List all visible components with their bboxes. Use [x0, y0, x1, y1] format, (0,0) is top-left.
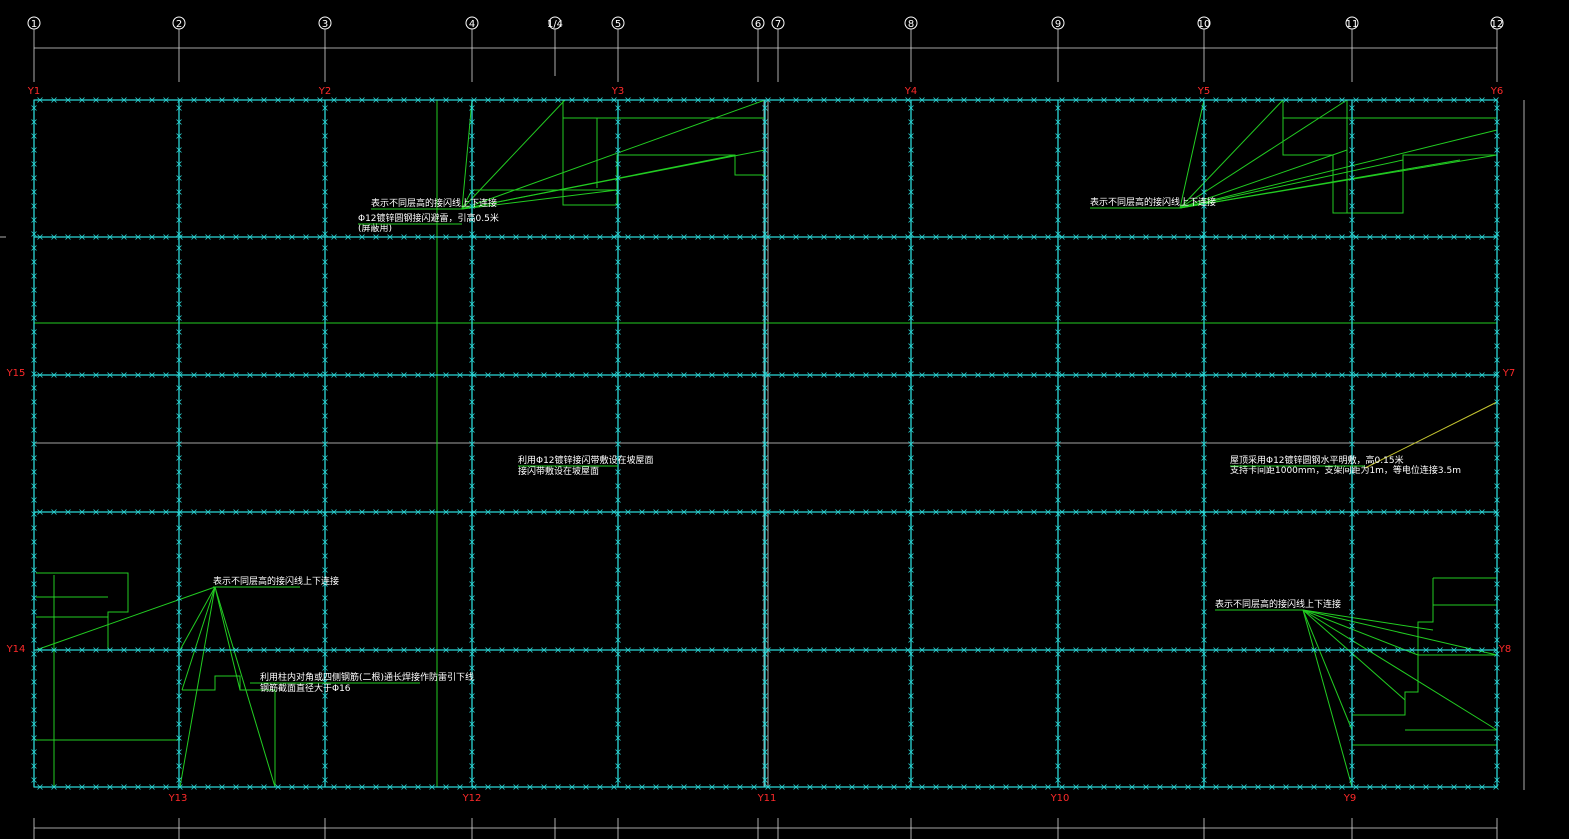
conductor-grid — [31, 97, 1500, 790]
y-label: Y5 — [1197, 86, 1210, 97]
y-label: Y12 — [462, 793, 482, 804]
note-1: 表示不同层高的接闪线上下连接 — [371, 197, 497, 209]
axis-label: 12 — [1491, 19, 1504, 30]
y-label: Y15 — [6, 368, 26, 379]
axis-label: 1 — [31, 19, 37, 30]
note-5: 屋顶采用Φ12镀锌圆钢水平明敷，高0.15米 — [1230, 454, 1404, 466]
axis-label: 4 — [469, 19, 475, 30]
note-3: 表示不同层高的接闪线上下连接 — [1090, 196, 1216, 208]
axis-label: 7 — [775, 19, 781, 30]
y-label: Y9 — [1343, 793, 1356, 804]
note-2: Φ12镀锌圆钢接闪避雷，引高0.5米 — [358, 212, 499, 224]
y-label: Y7 — [1502, 368, 1515, 379]
axis-label: 1/4 — [547, 19, 563, 30]
y-label: Y11 — [757, 793, 777, 804]
dimension-lines — [0, 47, 1525, 829]
axis-label: 3 — [322, 19, 328, 30]
top-axis-bubbles: 1 2 3 4 1/4 5 6 7 8 9 10 11 12 — [27, 16, 1504, 839]
y-label: Y3 — [611, 86, 624, 97]
y-label: Y2 — [318, 86, 331, 97]
axis-label: 8 — [908, 19, 914, 30]
lightning-protection-plan: 1 2 3 4 1/4 5 6 7 8 9 10 11 12 Y1 Y2 Y3 … — [0, 16, 1525, 839]
y-label: Y10 — [1050, 793, 1070, 804]
y-label: Y6 — [1490, 86, 1503, 97]
axis-label: 6 — [755, 19, 761, 30]
axis-label: 5 — [615, 19, 621, 30]
down-conductor-labels: Y1 Y2 Y3 Y4 Y5 Y6 Y7 Y8 Y9 Y10 Y11 Y12 Y13 Y14 Y15 — [6, 86, 1516, 804]
y-label: Y13 — [168, 793, 188, 804]
note-7b: 钢筋截面直径大于Φ16 — [260, 682, 351, 694]
note-4b: 接闪带敷设在坡屋面 — [518, 465, 599, 477]
note-8: 表示不同层高的接闪线上下连接 — [1215, 598, 1341, 610]
note-4: 利用Φ12镀锌接闪带敷设在坡屋面 — [518, 454, 654, 466]
axis-label: 10 — [1198, 19, 1211, 30]
note-7: 利用柱内对角或四侧钢筋(二根)通长焊接作防雷引下线 — [260, 671, 474, 683]
y-label: Y8 — [1498, 644, 1511, 655]
axis-label: 11 — [1346, 19, 1359, 30]
y-label: Y4 — [904, 86, 917, 97]
y-label: Y1 — [27, 86, 40, 97]
axis-label: 2 — [176, 19, 182, 30]
axis-label: 9 — [1055, 19, 1061, 30]
y-label: Y14 — [6, 644, 26, 655]
notes: 表示不同层高的接闪线上下连接 Φ12镀锌圆钢接闪避雷，引高0.5米 (屏蔽用) … — [213, 196, 1461, 694]
note-6: 表示不同层高的接闪线上下连接 — [213, 575, 339, 587]
